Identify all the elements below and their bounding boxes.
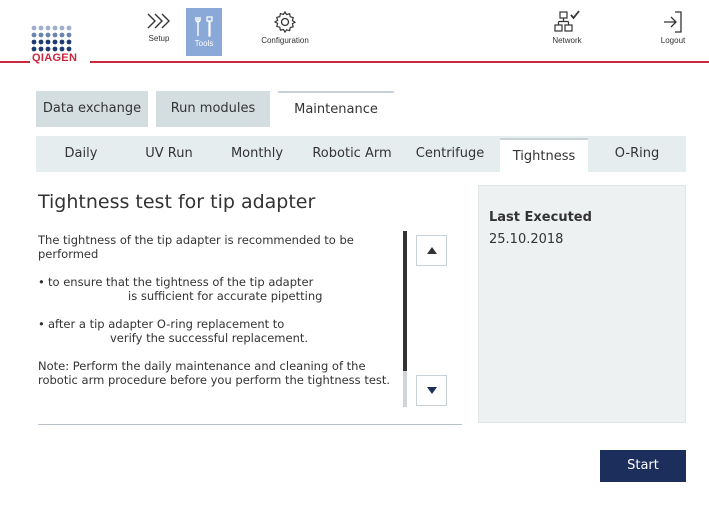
bullet-item: after a tip adapter O-ring replacement t… [38,317,402,345]
tools-icon [195,16,213,37]
scroll-down-button[interactable] [416,375,447,406]
triangle-up-icon [427,247,437,254]
note-text: Note: Perform the daily maintenance and … [38,359,391,387]
nav-configuration-label: Configuration [261,36,309,45]
bullet-text-line: is sufficient for accurate pipetting [128,289,323,303]
nav-tools[interactable]: Tools [186,8,222,58]
logout-icon [664,11,682,33]
tab-data-exchange[interactable]: Data exchange [36,91,148,127]
gear-icon [273,10,297,34]
instructions-text[interactable]: The tightness of the tip adapter is reco… [38,233,402,409]
chevrons-right-icon [147,13,170,29]
subtab-o-ring[interactable]: O-Ring [588,136,686,172]
logo-dots-icon [31,25,72,52]
page-title: Tightness test for tip adapter [38,191,316,213]
logo-wordmark: QIAGEN [30,52,90,64]
nav-setup-label: Setup [148,34,170,43]
bullet-text-line: after a tip adapter O-ring replacement t… [48,317,285,331]
bullet-item: to ensure that the tightness of the tip … [38,275,402,303]
nav-setup[interactable]: Setup [138,10,180,60]
network-icon [554,10,580,32]
subtab-daily[interactable]: Daily [36,136,126,172]
intro-text: The tightness of the tip adapter is reco… [38,233,354,261]
scrollbar-thumb[interactable] [403,231,407,371]
tab-run-modules[interactable]: Run modules [156,91,270,127]
subtab-centrifuge[interactable]: Centrifuge [402,136,498,172]
tab-maintenance[interactable]: Maintenance [278,91,394,127]
scroll-up-button[interactable] [416,235,447,266]
app-header: QIAGEN Setup Tools Configuration Network… [0,0,709,64]
nav-logout[interactable]: Logout [652,10,694,60]
start-button[interactable]: Start [600,450,686,482]
nav-logout-label: Logout [660,36,686,45]
last-executed-date: 25.10.2018 [489,232,564,247]
subtab-monthly[interactable]: Monthly [212,136,302,172]
triangle-down-icon [427,387,437,394]
nav-network-label: Network [552,36,582,45]
content-divider [38,424,462,425]
sub-tab-bar: Daily UV Run Monthly Robotic Arm Centrif… [36,136,686,174]
bullet-text-line: verify the successful replacement. [110,331,309,345]
subtab-uv-run[interactable]: UV Run [126,136,212,172]
scrollbar[interactable] [403,231,407,407]
last-executed-panel: Last Executed 25.10.2018 [478,185,686,423]
subtab-tightness[interactable]: Tightness [500,138,588,174]
nav-tools-label: Tools [194,39,214,48]
bullet-text-line: to ensure that the tightness of the tip … [48,275,314,289]
nav-configuration[interactable]: Configuration [250,10,320,60]
subtab-robotic-arm[interactable]: Robotic Arm [302,136,402,172]
last-executed-label: Last Executed [489,210,592,225]
nav-network[interactable]: Network [542,10,592,60]
header-divider [0,61,709,63]
